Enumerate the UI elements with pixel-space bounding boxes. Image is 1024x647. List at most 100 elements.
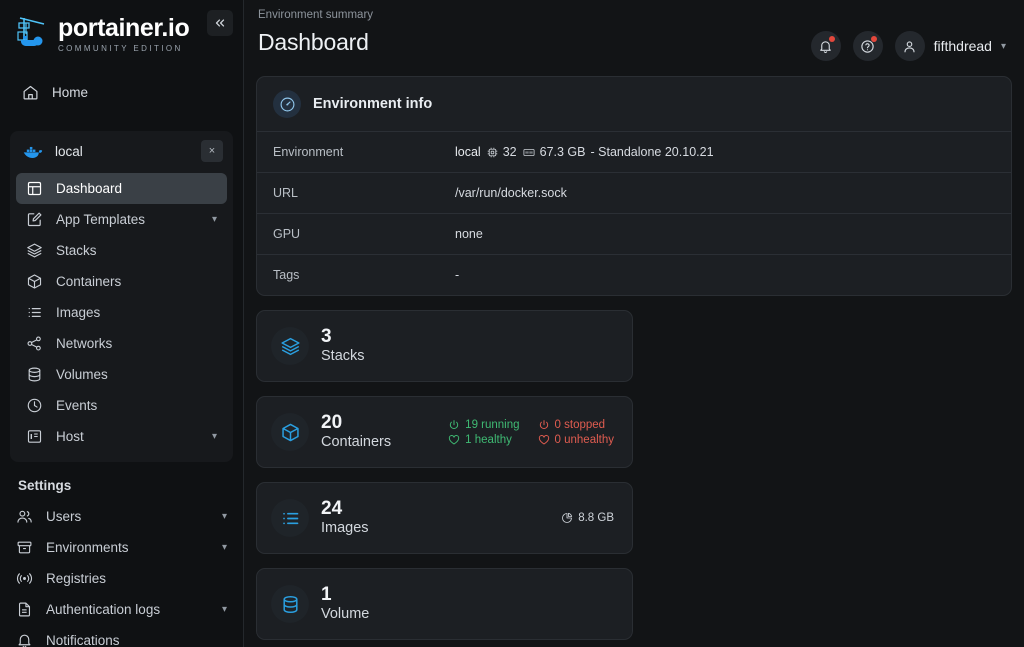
- stat-card-containers[interactable]: 20 Containers 19 running 0 stopped 1 hea…: [256, 396, 633, 468]
- chevron-down-icon: ▾: [221, 604, 227, 615]
- sidebar-item-dashboard[interactable]: Dashboard: [16, 173, 227, 204]
- environment-block: local × Dashboard App Templates ▾ Stacks…: [10, 131, 233, 462]
- gauge-glyph: [280, 97, 294, 111]
- list-glyph: [282, 512, 298, 524]
- breadcrumb: Environment summary: [258, 9, 374, 21]
- info-row-environment: Environment local 32 67.3 GB - Standalon…: [257, 131, 1011, 172]
- sidebar-item-networks[interactable]: Networks: [16, 328, 227, 359]
- memory-icon: [523, 148, 535, 156]
- help-button[interactable]: [852, 31, 883, 61]
- status-stopped: 0 stopped: [538, 419, 614, 431]
- sidebar-item-volumes[interactable]: Volumes: [16, 359, 227, 390]
- chevron-down-icon: ▾: [211, 214, 217, 225]
- layers-icon: [271, 327, 309, 365]
- box-archive-icon: [17, 541, 32, 554]
- box-icon: [27, 274, 42, 289]
- chevrons-left-icon: [215, 19, 225, 27]
- info-value: -: [455, 268, 460, 282]
- sidebar-item-home[interactable]: Home: [10, 76, 233, 109]
- stat-count: 1: [321, 584, 332, 606]
- sidebar-item-stacks[interactable]: Stacks: [16, 235, 227, 266]
- chevron-down-icon: ▾: [1000, 40, 1006, 52]
- notifications-button[interactable]: [810, 31, 841, 61]
- sidebar-item-registries-label: Registries: [46, 571, 107, 586]
- page-heading: Environment summary Dashboard: [258, 9, 811, 56]
- cpu-icon: [487, 147, 497, 157]
- stat-count: 3: [321, 326, 332, 348]
- sidebar-item-authentication-logs[interactable]: Authentication logs ▾: [6, 594, 237, 625]
- sidebar-item-images[interactable]: Images: [16, 297, 227, 328]
- user-menu[interactable]: fifthdread ▾: [894, 31, 1006, 61]
- environment-name: local: [55, 143, 83, 159]
- sidebar-item-app-templates[interactable]: App Templates ▾: [16, 204, 227, 235]
- sidebar-item-host[interactable]: Host ▾: [16, 421, 227, 452]
- status-text: 0 unhealthy: [554, 433, 614, 446]
- stat-card-text: 24 Images: [321, 498, 369, 537]
- brand-text: portainer.io COMMUNITY EDITION: [58, 14, 190, 53]
- sidebar-item-events-label: Events: [56, 398, 98, 413]
- sidebar-item-users[interactable]: Users ▾: [6, 501, 237, 532]
- brand-subtitle: COMMUNITY EDITION: [58, 43, 183, 53]
- heart-icon: [538, 434, 549, 444]
- status-healthy: 1 healthy: [448, 434, 519, 446]
- dashboard-content: Environment info Environment local 32 67…: [244, 72, 1024, 647]
- stat-card-stacks[interactable]: 3 Stacks: [256, 310, 633, 382]
- sidebar-item-images-label: Images: [56, 305, 101, 320]
- sidebar-item-stacks-label: Stacks: [56, 243, 97, 258]
- sidebar-item-volumes-label: Volumes: [56, 367, 108, 382]
- memory-total: 67.3 GB: [539, 145, 586, 159]
- environment-value: local: [455, 145, 481, 159]
- memory-info: 67.3 GB: [522, 145, 586, 159]
- info-key: URL: [273, 186, 299, 200]
- sidebar-collapse-button[interactable]: [207, 10, 233, 36]
- layout-dashboard-icon: [27, 181, 42, 196]
- chevron-down-icon: ▾: [221, 511, 227, 522]
- status-text: 0 stopped: [554, 418, 606, 431]
- monitor-icon: [27, 430, 42, 443]
- sidebar-item-authentication-logs-label: Authentication logs: [46, 602, 161, 617]
- file-text-icon: [18, 602, 31, 617]
- environment-close-button[interactable]: ×: [201, 140, 223, 162]
- main-content: Environment summary Dashboard fifthdread…: [244, 0, 1024, 647]
- brand-header: portainer.io COMMUNITY EDITION: [0, 0, 243, 62]
- database-icon: [271, 585, 309, 623]
- sidebar-item-containers-label: Containers: [56, 274, 122, 289]
- sidebar-item-containers[interactable]: Containers: [16, 266, 227, 297]
- heart-icon: [449, 434, 460, 444]
- status-text: 1 healthy: [465, 433, 512, 446]
- environment-header[interactable]: local ×: [10, 131, 233, 171]
- images-size: 8.8 GB: [561, 512, 614, 524]
- sidebar-item-events[interactable]: Events: [16, 390, 227, 421]
- list-icon: [28, 307, 41, 318]
- brand-title: portainer.io: [58, 14, 190, 43]
- sidebar-item-host-label: Host: [56, 429, 84, 444]
- status-grid: 19 running 0 stopped 1 healthy 0 unhealt…: [448, 419, 614, 446]
- sidebar-item-environments[interactable]: Environments ▾: [6, 532, 237, 563]
- info-key: Tags: [273, 268, 300, 282]
- sidebar-item-app-templates-label: App Templates: [56, 212, 146, 227]
- stat-count: 24: [321, 498, 343, 520]
- environment-suffix: - Standalone 20.10.21: [590, 145, 714, 159]
- sidebar-item-home-label: Home: [52, 85, 89, 100]
- sidebar: portainer.io COMMUNITY EDITION Home loca…: [0, 0, 244, 647]
- info-value: /var/run/docker.sock: [455, 186, 567, 200]
- info-key: Environment: [273, 145, 344, 159]
- docker-whale-icon: [23, 146, 43, 158]
- sidebar-item-registries[interactable]: Registries: [6, 563, 237, 594]
- sidebar-item-notifications[interactable]: Notifications: [6, 625, 237, 647]
- sidebar-item-notifications-label: Notifications: [46, 633, 120, 647]
- size-text: 8.8 GB: [578, 512, 614, 524]
- info-value: local 32 67.3 GB - Standalone 20.10.21: [455, 145, 714, 159]
- edit-square-icon: [27, 212, 42, 227]
- info-row-url: URL /var/run/docker.sock: [257, 172, 1011, 213]
- stat-card-volumes[interactable]: 1 Volume: [256, 568, 633, 640]
- page-title: Dashboard: [258, 29, 369, 55]
- database-glyph: [282, 595, 298, 613]
- stat-cards: 3 Stacks 20 Containers 19 running 0 stop…: [256, 310, 1012, 647]
- layers-icon: [27, 243, 42, 258]
- environment-nav-list: Dashboard App Templates ▾ Stacks Contain…: [10, 171, 233, 460]
- status-text: 19 running: [465, 418, 520, 431]
- top-bar-actions: fifthdread ▾: [810, 9, 1006, 61]
- list-icon: [271, 499, 309, 537]
- stat-card-images[interactable]: 24 Images 8.8 GB: [256, 482, 633, 554]
